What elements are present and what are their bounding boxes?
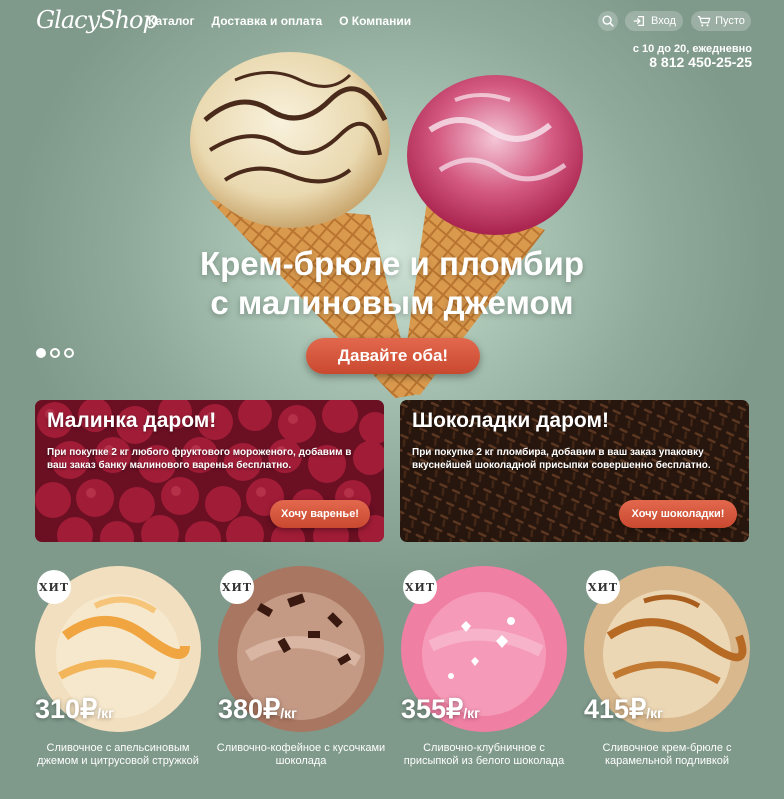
promo-button-jam[interactable]: Хочу варенье! [270, 500, 370, 528]
login-button[interactable]: Вход [625, 11, 683, 31]
product-price: 355₽/кг [401, 694, 480, 724]
main-nav: Каталог Доставка и оплата О Компании [148, 14, 411, 28]
promo-card-raspberry: Малинка даром! При покупке 2 кг любого ф… [35, 400, 384, 542]
promo-text: При покупке 2 кг любого фруктового морож… [47, 447, 352, 471]
slider-dot-1[interactable] [36, 348, 46, 358]
login-label: Вход [651, 15, 676, 27]
search-button[interactable] [598, 11, 618, 31]
nav-about[interactable]: О Компании [339, 14, 411, 28]
hit-badge: ХИТ [37, 570, 71, 604]
nav-catalog[interactable]: Каталог [148, 14, 195, 28]
hit-badge: ХИТ [403, 570, 437, 604]
logo[interactable]: GlacyShop [36, 6, 158, 34]
phone-number[interactable]: 8 812 450-25-25 [649, 54, 752, 70]
product-name[interactable]: Сливочное с апельсиновым джемом и цитрус… [29, 742, 207, 768]
hero-title-line2: с малиновым джемом [210, 284, 574, 321]
search-icon [602, 15, 614, 27]
product-name[interactable]: Сливочное крем-брюле с карамельной подли… [578, 742, 756, 768]
slider-dots [36, 348, 74, 358]
promo-text: При покупке 2 кг пломбира, добавим в ваш… [412, 447, 711, 471]
product-price: 310₽/кг [35, 694, 114, 724]
hero-title: Крем-брюле и пломбир с малиновым джемом [0, 244, 784, 322]
cart-label: Пусто [715, 15, 745, 27]
promo-card-chocolate: Шоколадки даром! При покупке 2 кг пломби… [400, 400, 749, 542]
product-name[interactable]: Сливочно-кофейное с кусочками шоколада [212, 742, 390, 768]
hit-badge: ХИТ [586, 570, 620, 604]
nav-delivery[interactable]: Доставка и оплата [212, 14, 323, 28]
product-name[interactable]: Сливочно-клубничное с присыпкой из белог… [395, 742, 573, 768]
promo-button-chocolate[interactable]: Хочу шоколадки! [619, 500, 737, 528]
hero-title-line1: Крем-брюле и пломбир [199, 245, 584, 282]
hero-cta-button[interactable]: Давайте оба! [306, 338, 480, 374]
slider-dot-3[interactable] [64, 348, 74, 358]
promo-title: Малинка даром! [47, 409, 217, 432]
product-price: 415₽/кг [584, 694, 663, 724]
cart-icon [697, 16, 711, 27]
cart-button[interactable]: Пусто [691, 11, 751, 31]
product-price: 380₽/кг [218, 694, 297, 724]
hit-badge: ХИТ [220, 570, 254, 604]
promo-title: Шоколадки даром! [412, 409, 609, 432]
slider-dot-2[interactable] [50, 348, 60, 358]
login-icon [633, 15, 645, 27]
